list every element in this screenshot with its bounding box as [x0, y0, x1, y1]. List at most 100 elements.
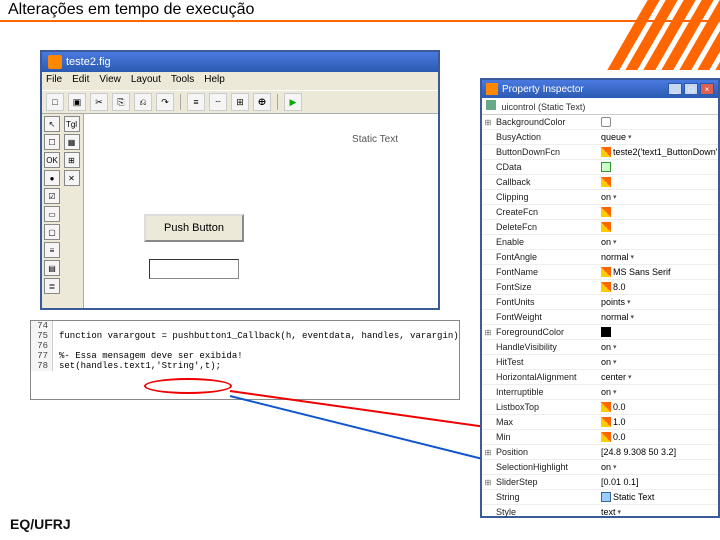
property-row-horizontalalignment[interactable]: HorizontalAlignmentcenter▾: [482, 370, 718, 385]
code-line[interactable]: 74: [31, 321, 459, 331]
dropdown-icon[interactable]: ▾: [613, 193, 621, 201]
toolbar-button[interactable]: ⊞: [231, 93, 249, 111]
toolbar-button[interactable]: ▣: [68, 93, 86, 111]
struct-icon[interactable]: [601, 162, 611, 172]
close-button[interactable]: ×: [700, 83, 714, 95]
list-icon[interactable]: [601, 492, 611, 502]
maximize-button[interactable]: □: [684, 83, 698, 95]
property-row-backgroundcolor[interactable]: ⊞BackgroundColor: [482, 115, 718, 130]
palette-tool[interactable]: ≡: [44, 242, 60, 258]
property-row-string[interactable]: StringStatic Text: [482, 490, 718, 505]
menu-file[interactable]: File: [46, 74, 62, 88]
property-row-fontunits[interactable]: FontUnitspoints▾: [482, 295, 718, 310]
property-value[interactable]: text: [601, 507, 616, 517]
edit-icon[interactable]: [601, 147, 611, 157]
property-row-foregroundcolor[interactable]: ⊞ForegroundColor: [482, 325, 718, 340]
color-icon[interactable]: [601, 117, 611, 127]
property-value[interactable]: 1.0: [613, 417, 626, 427]
toolbar-button[interactable]: ≡: [187, 93, 205, 111]
property-value[interactable]: on: [601, 237, 611, 247]
property-value[interactable]: MS Sans Serif: [613, 267, 671, 277]
property-row-max[interactable]: Max1.0: [482, 415, 718, 430]
edit-icon[interactable]: [601, 177, 611, 187]
edit-icon[interactable]: [601, 207, 611, 217]
property-value-cell[interactable]: on▾: [599, 192, 718, 202]
dropdown-icon[interactable]: ▾: [613, 463, 621, 471]
code-text[interactable]: %- Essa mensagem deve ser exibida!: [53, 351, 243, 361]
code-editor[interactable]: 7475function varargout = pushbutton1_Cal…: [30, 320, 460, 400]
palette-tool[interactable]: OK: [44, 152, 60, 168]
inspector-titlebar[interactable]: Property Inspector _ □ ×: [482, 80, 718, 98]
menu-view[interactable]: View: [99, 74, 121, 88]
property-row-fontweight[interactable]: FontWeightnormal▾: [482, 310, 718, 325]
property-value-cell[interactable]: on▾: [599, 462, 718, 472]
toolbar-button[interactable]: ↷: [156, 93, 174, 111]
dropdown-icon[interactable]: ▾: [613, 358, 621, 366]
dropdown-icon[interactable]: ▾: [613, 343, 621, 351]
property-value-cell[interactable]: points▾: [599, 297, 718, 307]
edit-icon[interactable]: [601, 222, 611, 232]
canvas-text-field[interactable]: [149, 259, 239, 279]
palette-tool[interactable]: ▤: [44, 260, 60, 276]
toolbar-button[interactable]: ⎌: [134, 93, 152, 111]
guide-canvas[interactable]: Static Text Push Button: [84, 114, 438, 308]
palette-tool[interactable]: ⊞: [64, 152, 80, 168]
property-value[interactable]: 0.0: [613, 432, 626, 442]
property-value-cell[interactable]: 0.0: [599, 402, 718, 412]
edit-icon[interactable]: [601, 282, 611, 292]
expand-icon[interactable]: ⊞: [482, 118, 494, 127]
menu-help[interactable]: Help: [204, 74, 225, 88]
expand-icon[interactable]: ⊞: [482, 478, 494, 487]
property-value[interactable]: 0.0: [613, 402, 626, 412]
property-row-fontsize[interactable]: FontSize8.0: [482, 280, 718, 295]
property-row-deletefcn[interactable]: DeleteFcn: [482, 220, 718, 235]
dropdown-icon[interactable]: ▾: [613, 238, 621, 246]
code-line[interactable]: 78set(handles.text1,'String',t);: [31, 361, 459, 371]
property-row-selectionhighlight[interactable]: SelectionHighlighton▾: [482, 460, 718, 475]
expand-icon[interactable]: ⊞: [482, 448, 494, 457]
canvas-static-text[interactable]: Static Text: [352, 134, 398, 145]
code-text[interactable]: set(handles.text1,'String',t);: [53, 361, 221, 371]
edit-icon[interactable]: [601, 267, 611, 277]
property-value-cell[interactable]: text▾: [599, 507, 718, 517]
dropdown-icon[interactable]: ▾: [631, 253, 639, 261]
property-value[interactable]: normal: [601, 252, 629, 262]
property-row-style[interactable]: Styletext▾: [482, 505, 718, 517]
property-value[interactable]: [24.8 9.308 50 3.2]: [601, 447, 676, 457]
property-value-cell[interactable]: Static Text: [599, 492, 718, 502]
menu-edit[interactable]: Edit: [72, 74, 89, 88]
property-value[interactable]: [0.01 0.1]: [601, 477, 639, 487]
property-value[interactable]: on: [601, 342, 611, 352]
property-value-cell[interactable]: [599, 162, 718, 172]
property-row-listboxtop[interactable]: ListboxTop0.0: [482, 400, 718, 415]
palette-tool[interactable]: Tgl: [64, 116, 80, 132]
property-value-cell[interactable]: teste2('text1_ButtonDown': [599, 147, 718, 157]
property-value-cell[interactable]: [0.01 0.1]: [599, 477, 718, 487]
property-value-cell[interactable]: 8.0: [599, 282, 718, 292]
code-text[interactable]: function varargout = pushbutton1_Callbac…: [53, 331, 459, 341]
palette-tool[interactable]: ✕: [64, 170, 80, 186]
property-row-busyaction[interactable]: BusyActionqueue▾: [482, 130, 718, 145]
property-row-hittest[interactable]: HitTeston▾: [482, 355, 718, 370]
palette-tool[interactable]: ●: [44, 170, 60, 186]
palette-tool[interactable]: ☑: [44, 188, 60, 204]
property-row-fontangle[interactable]: FontAnglenormal▾: [482, 250, 718, 265]
palette-tool[interactable]: ☐: [44, 134, 60, 150]
inspector-object[interactable]: uicontrol (Static Text): [482, 98, 718, 115]
property-value[interactable]: Static Text: [613, 492, 654, 502]
dropdown-icon[interactable]: ▾: [631, 313, 639, 321]
edit-icon[interactable]: [601, 402, 611, 412]
toolbar-button[interactable]: ▶: [284, 93, 302, 111]
property-value[interactable]: queue: [601, 132, 626, 142]
palette-tool[interactable]: ▭: [44, 206, 60, 222]
dropdown-icon[interactable]: ▾: [627, 298, 635, 306]
property-row-min[interactable]: Min0.0: [482, 430, 718, 445]
property-value-cell[interactable]: normal▾: [599, 312, 718, 322]
dropdown-icon[interactable]: ▾: [628, 373, 636, 381]
canvas-push-button[interactable]: Push Button: [144, 214, 244, 242]
property-value[interactable]: on: [601, 192, 611, 202]
property-value-cell[interactable]: 1.0: [599, 417, 718, 427]
toolbar-button[interactable]: □: [46, 93, 64, 111]
palette-tool[interactable]: ▦: [64, 134, 80, 150]
property-value[interactable]: on: [601, 387, 611, 397]
